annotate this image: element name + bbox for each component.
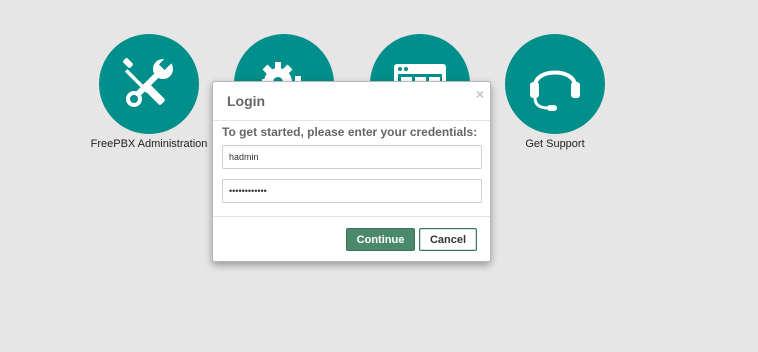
tile-label[interactable]: FreePBX Administration bbox=[79, 138, 219, 150]
login-dialog: Login × To get started, please enter you… bbox=[212, 81, 491, 262]
dialog-title: Login bbox=[227, 93, 266, 109]
dialog-header: Login × bbox=[213, 82, 490, 121]
username-field[interactable] bbox=[222, 145, 482, 169]
dialog-footer: Continue Cancel bbox=[213, 217, 490, 262]
dialog-body: To get started, please enter your creden… bbox=[213, 121, 490, 217]
continue-button[interactable]: Continue bbox=[346, 228, 415, 251]
tile-circle[interactable] bbox=[99, 34, 199, 134]
tile-circle[interactable] bbox=[505, 34, 605, 134]
cancel-button[interactable]: Cancel bbox=[419, 228, 477, 251]
page: FreePBX Administration Get Support Login… bbox=[0, 0, 758, 352]
tile-label[interactable]: Get Support bbox=[485, 138, 625, 150]
password-field[interactable] bbox=[222, 179, 482, 203]
headset-icon bbox=[530, 70, 580, 111]
close-icon[interactable]: × bbox=[476, 86, 484, 102]
tile-get-support[interactable]: Get Support bbox=[485, 34, 625, 150]
tools-icon bbox=[123, 55, 174, 107]
tile-freepbx-administration[interactable]: FreePBX Administration bbox=[79, 34, 219, 150]
credentials-prompt: To get started, please enter your creden… bbox=[222, 125, 478, 139]
